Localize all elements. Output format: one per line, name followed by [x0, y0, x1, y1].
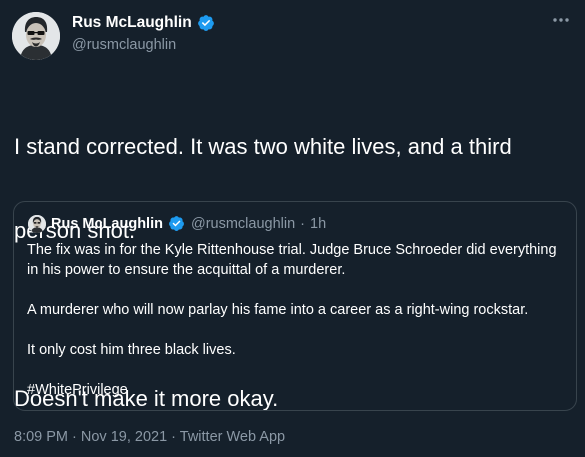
tweet-detail: Rus McLaughlin @rusmclaughlin I stand co…	[0, 0, 585, 457]
quoted-paragraph: A murderer who will now parlay his fame …	[27, 302, 529, 318]
quoted-hashtag[interactable]: #WhitePrivilege	[27, 380, 567, 400]
tweet-timestamp[interactable]: 8:09 PM · Nov 19, 2021 · Twitter Web App	[14, 429, 285, 445]
verified-badge-icon	[168, 215, 186, 233]
tweet-text-line: I stand corrected. It was two white live…	[14, 134, 512, 159]
quoted-paragraph: The fix was in for the Kyle Rittenhouse …	[27, 242, 557, 278]
quoted-author-display-name: Rus McLaughlin	[51, 216, 163, 232]
author-name-row[interactable]: Rus McLaughlin	[72, 14, 215, 32]
avatar[interactable]	[12, 12, 60, 60]
more-horizontal-icon[interactable]	[551, 10, 571, 35]
quoted-tweet-header: Rus McLaughlin @rusmclaughlin · 1h	[28, 215, 326, 233]
avatar-illustration	[12, 12, 60, 60]
separator-dot: ·	[300, 216, 306, 232]
quoted-avatar	[28, 215, 46, 233]
author-display-name[interactable]: Rus McLaughlin	[72, 14, 192, 32]
quoted-author-handle: @rusmclaughlin	[190, 216, 296, 232]
quoted-tweet[interactable]: Rus McLaughlin @rusmclaughlin · 1h The f…	[13, 201, 577, 411]
author-handle[interactable]: @rusmclaughlin	[72, 37, 176, 53]
quoted-tweet-age: 1h	[310, 216, 327, 232]
quoted-tweet-text: The fix was in for the Kyle Rittenhouse …	[27, 240, 567, 400]
verified-badge-icon	[197, 14, 215, 32]
quoted-paragraph: It only cost him three black lives.	[27, 342, 236, 358]
